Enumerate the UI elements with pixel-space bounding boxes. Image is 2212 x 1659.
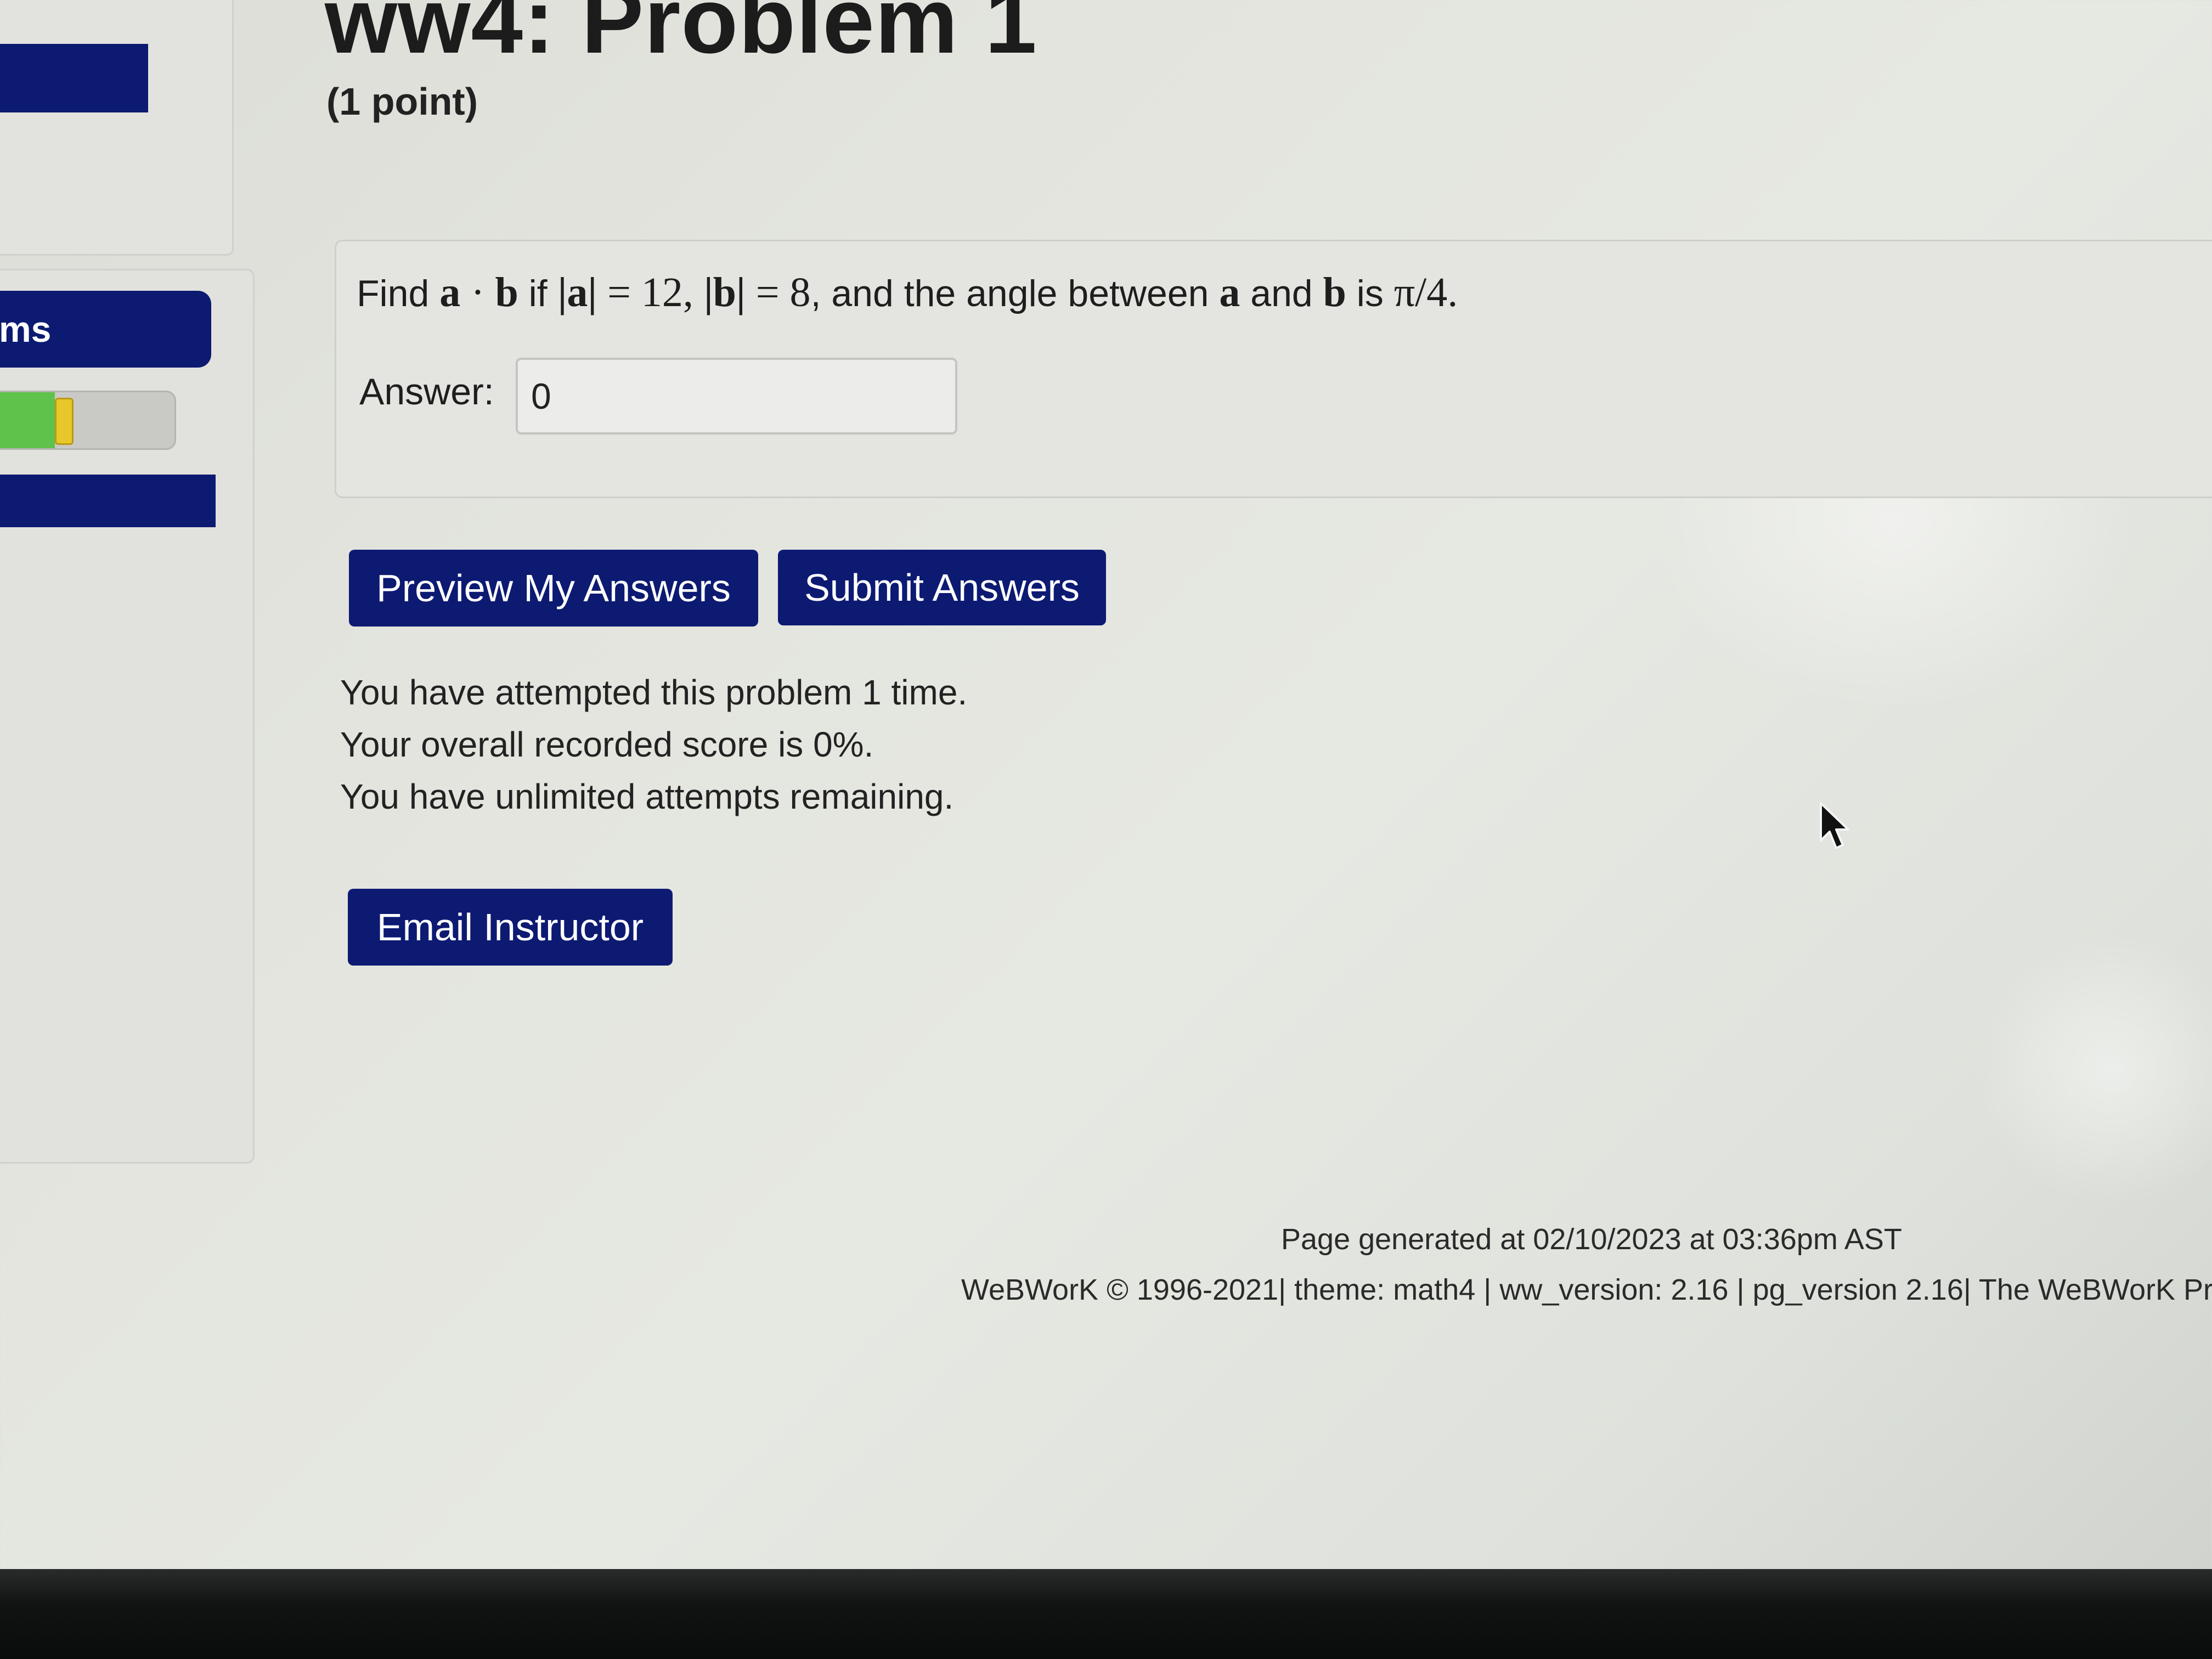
problem-statement: Find a · b if |a| = 12, |b| = 8, and the… — [357, 269, 1458, 317]
answer-input[interactable] — [516, 358, 957, 435]
monitor-bezel — [0, 1569, 2212, 1659]
progress-complete-segment — [0, 392, 55, 448]
problem-points: (1 point) — [326, 80, 478, 123]
email-instructor-button[interactable]: Email Instructor — [348, 889, 673, 966]
mouse-cursor-icon — [1820, 802, 1849, 849]
dot-operator: · — [460, 269, 495, 315]
problem-text: , and the angle between — [810, 273, 1220, 314]
magnitude-b-value: = 8 — [745, 269, 811, 315]
page-title: ww4: Problem 1 — [325, 0, 1037, 73]
problem-progress-bar — [0, 391, 176, 450]
sidebar-nav-button[interactable] — [0, 44, 148, 112]
preview-answers-button[interactable]: Preview My Answers — [349, 550, 758, 627]
problem-text: if — [518, 273, 558, 314]
vector-b: b — [495, 269, 518, 315]
vector-b: b — [1323, 269, 1346, 315]
magnitude-a-value: = 12, — [597, 269, 704, 315]
vector-a: a — [439, 269, 461, 315]
screen-glare — [1975, 933, 2212, 1207]
angle-value: π/4 — [1393, 269, 1448, 315]
magnitude-a: |a| — [557, 269, 597, 315]
progress-current-segment — [55, 398, 74, 445]
sidebar-nav-button[interactable] — [0, 475, 216, 527]
score-text: Your overall recorded score is 0%. — [340, 725, 874, 764]
sidebar-top-card — [0, 0, 234, 256]
problem-text: . — [1447, 269, 1458, 315]
sidebar-nav-label: ms — [0, 309, 52, 349]
page-generated-footer: Page generated at 02/10/2023 at 03:36pm … — [1281, 1223, 1902, 1256]
version-footer: WeBWorK © 1996-2021| theme: math4 | ww_v… — [961, 1273, 2212, 1306]
vector-a: a — [1219, 269, 1240, 315]
attempt-count-text: You have attempted this problem 1 time. — [340, 673, 968, 712]
problem-text: is — [1346, 273, 1394, 314]
submit-answers-button[interactable]: Submit Answers — [778, 550, 1106, 625]
problem-text: and — [1240, 273, 1323, 314]
sidebar-nav-problems[interactable]: ms — [0, 291, 211, 368]
answer-label: Answer: — [359, 371, 494, 413]
attempts-remaining-text: You have unlimited attempts remaining. — [340, 777, 954, 816]
attempt-summary: You have attempted this problem 1 time. … — [340, 667, 967, 823]
magnitude-b: |b| — [703, 269, 746, 315]
problem-text: Find — [357, 273, 440, 314]
